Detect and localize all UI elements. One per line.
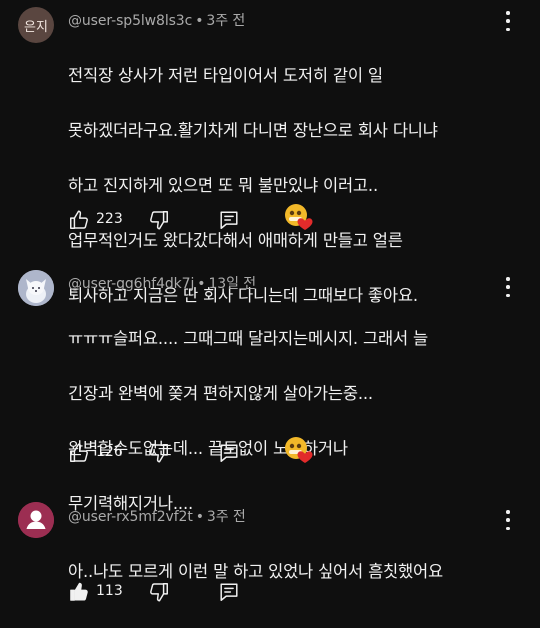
comment-line: 업무적인거도 왔다갔다해서 애매하게 만들고 얼른 bbox=[68, 230, 403, 250]
reply-button[interactable] bbox=[218, 441, 240, 465]
comment-author[interactable]: @user-gg6hf4dk7j bbox=[68, 276, 194, 292]
comment-line: 하고 진지하게 있으면 또 뭐 불만있냐 이러고.. bbox=[68, 175, 378, 195]
dislike-button[interactable] bbox=[148, 441, 170, 465]
comment-line: 못하겠더라구요.활기차게 다니면 장난으로 회사 다니냐 bbox=[68, 120, 438, 140]
comment-time[interactable]: 13일 전 bbox=[208, 276, 256, 292]
avatar[interactable] bbox=[18, 502, 54, 538]
comment-line: 아..나도 모르게 이런 말 하고 있었나 싶어서 흠칫했어요 bbox=[68, 561, 443, 581]
reply-button[interactable] bbox=[218, 580, 240, 604]
thumbs-up-filled-icon bbox=[70, 582, 88, 601]
thumbs-up-icon bbox=[70, 210, 88, 229]
dislike-button[interactable] bbox=[148, 208, 170, 232]
meta-separator: • bbox=[195, 509, 204, 525]
more-options-icon[interactable] bbox=[500, 11, 516, 31]
dislike-button[interactable] bbox=[148, 580, 170, 604]
comment-text: 아..나도 모르게 이런 말 하고 있었나 싶어서 흠칫했어요 bbox=[68, 530, 508, 613]
fox-avatar-icon bbox=[18, 270, 54, 306]
comment-line: 전직장 상사가 저런 타입이어서 도저히 같이 일 bbox=[68, 65, 383, 85]
thumbs-down-icon bbox=[150, 211, 168, 230]
avatar[interactable] bbox=[18, 270, 54, 306]
default-user-avatar-icon bbox=[18, 502, 54, 538]
reply-icon bbox=[220, 444, 238, 462]
comment-time[interactable]: 3주 전 bbox=[206, 13, 245, 29]
reply-icon bbox=[220, 211, 238, 229]
comment-line: 긴장과 완벽에 쫒겨 편하지않게 살아가는중... bbox=[68, 383, 373, 403]
creator-heart-icon bbox=[285, 204, 313, 230]
meta-separator: • bbox=[197, 276, 206, 292]
thumbs-down-icon bbox=[150, 583, 168, 602]
like-count: 126 bbox=[96, 444, 123, 460]
more-options-icon[interactable] bbox=[500, 277, 516, 297]
comment-meta: @user-gg6hf4dk7j • 13일 전 bbox=[68, 273, 256, 293]
reply-button[interactable] bbox=[218, 208, 240, 232]
comment-time[interactable]: 3주 전 bbox=[207, 509, 246, 525]
like-count: 113 bbox=[96, 583, 123, 599]
comment-author[interactable]: @user-rx5mf2vf2t bbox=[68, 509, 193, 525]
thumbs-up-icon bbox=[70, 443, 88, 462]
comment-line: ㅠㅠㅠ슬퍼요.... 그때그때 달라지는메시지. 그래서 늘 bbox=[68, 328, 428, 348]
comment-meta: @user-sp5lw8ls3c • 3주 전 bbox=[68, 10, 245, 30]
avatar-initials: 은지 bbox=[24, 19, 48, 35]
comment-line: 완벽할수도없는데... 끝도없이 노력하거나 bbox=[68, 438, 348, 458]
thumbs-down-icon bbox=[150, 444, 168, 463]
meta-separator: • bbox=[195, 13, 204, 29]
comment-author[interactable]: @user-sp5lw8ls3c bbox=[68, 13, 192, 29]
like-count: 223 bbox=[96, 211, 123, 227]
creator-heart-icon bbox=[285, 437, 313, 463]
reply-icon bbox=[220, 583, 238, 601]
more-options-icon[interactable] bbox=[500, 510, 516, 530]
like-button[interactable]: 113 bbox=[68, 580, 123, 604]
like-button[interactable]: 126 bbox=[68, 441, 123, 465]
comment-meta: @user-rx5mf2vf2t • 3주 전 bbox=[68, 506, 246, 526]
avatar[interactable]: 은지 bbox=[18, 7, 54, 43]
like-button[interactable]: 223 bbox=[68, 208, 123, 232]
